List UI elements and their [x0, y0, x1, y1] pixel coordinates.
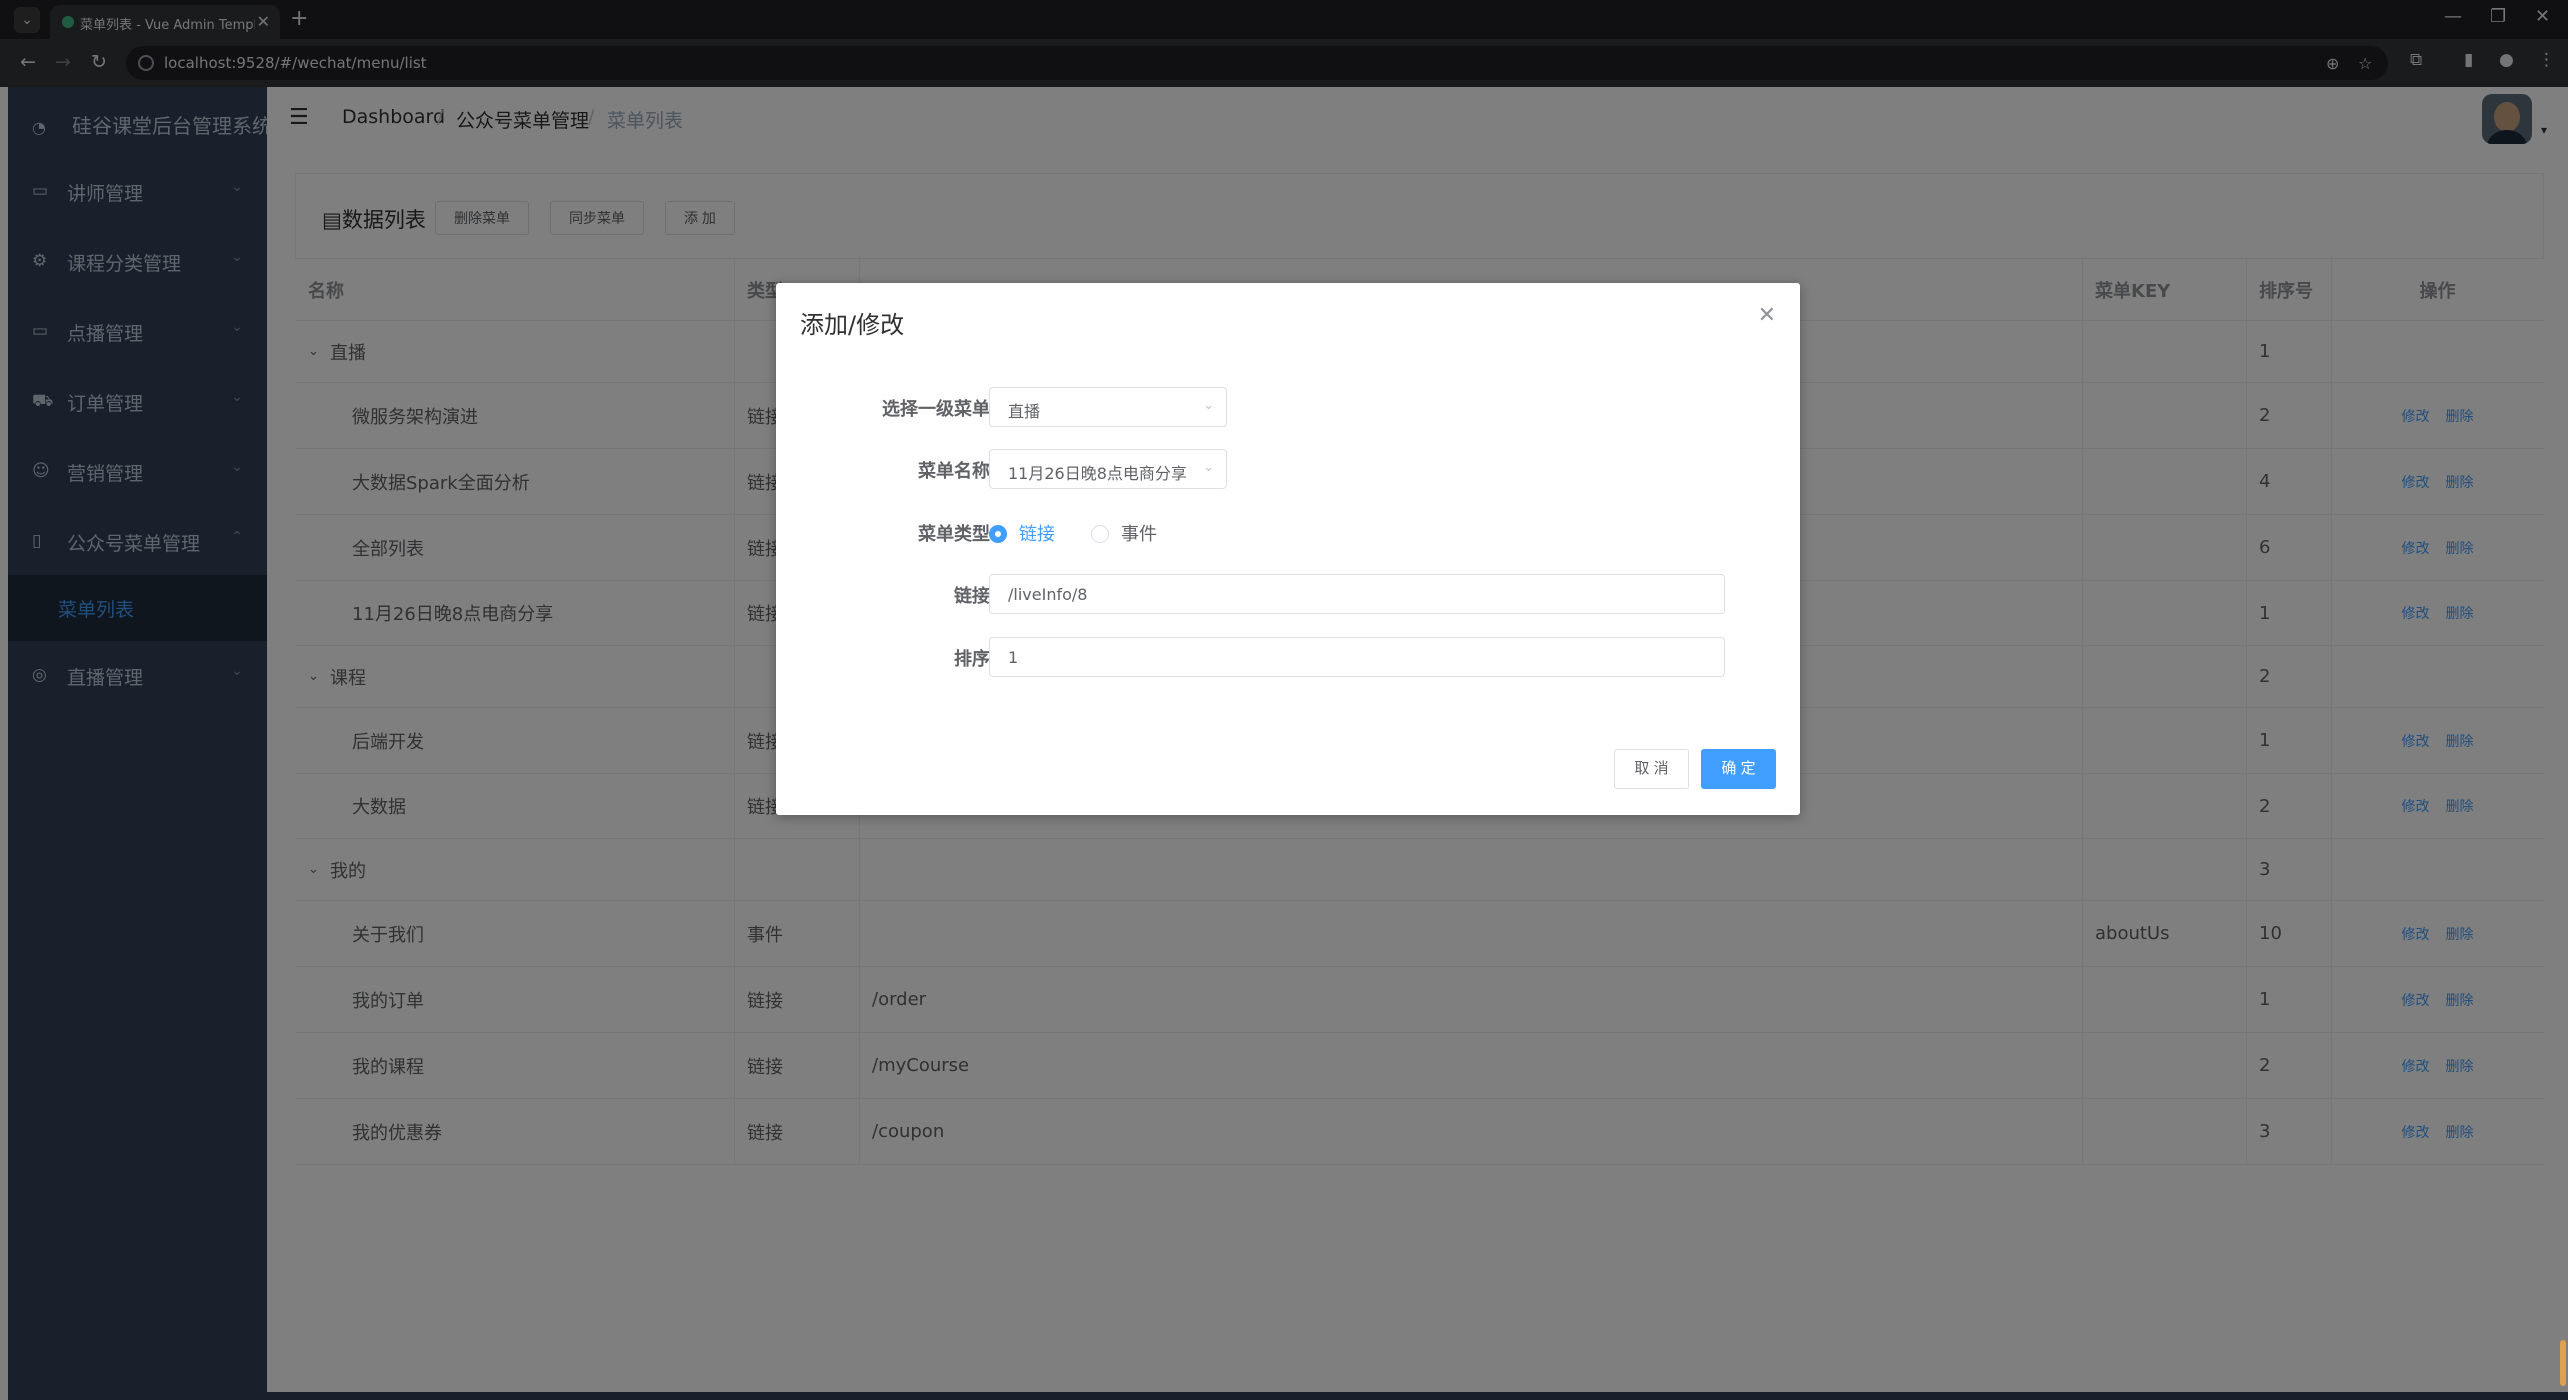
cancel-button[interactable]: 取 消 — [1614, 749, 1689, 789]
menu-name-value: 11月26日晚8点电商分享 — [1008, 464, 1187, 483]
parent-menu-select[interactable]: 直播 ⌄ — [989, 387, 1227, 427]
chevron-down-icon: ⌄ — [1203, 398, 1214, 413]
dialog-title: 添加/修改 — [800, 311, 905, 339]
close-icon[interactable]: ✕ — [1758, 303, 1776, 328]
radio-unchecked-icon — [1091, 525, 1109, 543]
edit-menu-dialog: 添加/修改 ✕ 选择一级菜单 直播 ⌄ 菜单名称 11月26日晚8点电商分享 ⌄… — [776, 283, 1800, 815]
radio-link-label: 链接 — [1019, 524, 1055, 545]
radio-link[interactable]: 链接 — [989, 520, 1055, 546]
confirm-button[interactable]: 确 定 — [1701, 749, 1776, 789]
parent-menu-value: 直播 — [1008, 402, 1041, 421]
sort-input[interactable]: 1 — [989, 637, 1725, 677]
sort-label: 排序 — [954, 649, 990, 670]
radio-event-label: 事件 — [1121, 524, 1157, 545]
menu-name-select[interactable]: 11月26日晚8点电商分享 ⌄ — [989, 449, 1227, 489]
scrollbar-thumb[interactable] — [2560, 1340, 2566, 1386]
menu-type-label: 菜单类型 — [918, 524, 990, 545]
url-input[interactable]: /liveInfo/8 — [989, 574, 1725, 614]
radio-event[interactable]: 事件 — [1091, 520, 1157, 546]
url-label: 链接 — [954, 586, 990, 607]
url-input-value: /liveInfo/8 — [1008, 585, 1088, 604]
parent-menu-label: 选择一级菜单 — [882, 399, 990, 420]
radio-checked-icon — [989, 525, 1007, 543]
sort-input-value: 1 — [1008, 648, 1019, 667]
chevron-down-icon: ⌄ — [1203, 460, 1214, 475]
menu-name-label: 菜单名称 — [918, 461, 990, 482]
